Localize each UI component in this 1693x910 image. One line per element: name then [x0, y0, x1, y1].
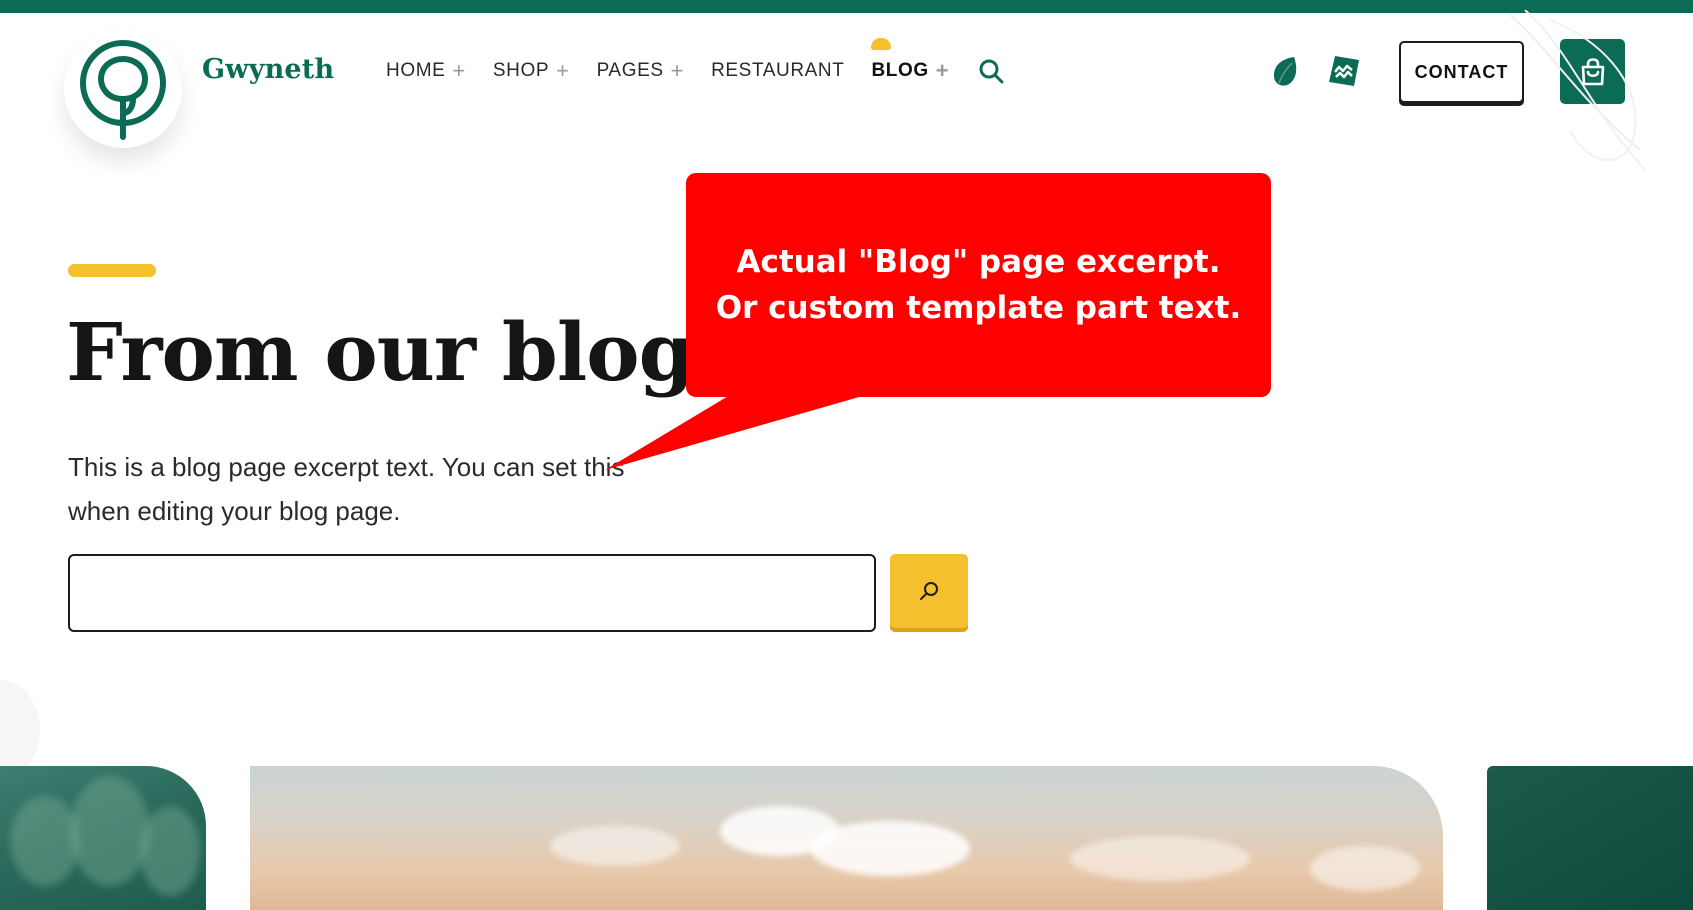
cloud-shape [810, 821, 970, 876]
plus-icon[interactable]: + [452, 60, 465, 82]
nav-item-label: PAGES [596, 60, 664, 81]
search-icon [920, 582, 938, 600]
tree-logo-icon [80, 40, 166, 140]
nav-item-label: SHOP [492, 60, 550, 81]
cloud-shape [550, 826, 680, 866]
post-card-image[interactable] [250, 766, 1443, 910]
search-input[interactable] [68, 554, 876, 632]
tree-shape [140, 806, 200, 896]
wave-badge-icon[interactable] [1326, 53, 1362, 89]
active-indicator [871, 38, 892, 50]
top-accent-bar [0, 0, 1693, 13]
nav-item-shop[interactable]: SHOP + [493, 60, 570, 82]
nav-item-label: HOME [386, 60, 446, 81]
plus-icon[interactable]: + [556, 60, 569, 82]
callout-line-1: Actual "Blog" page excerpt. [736, 244, 1221, 280]
brand-name[interactable]: Gwyneth [202, 54, 334, 85]
callout-line-2: Or custom template part text. [715, 290, 1242, 326]
nav-item-pages[interactable]: PAGES + [597, 60, 685, 82]
search-button[interactable] [890, 554, 968, 628]
decorative-lines [1509, 10, 1646, 171]
cloud-shape [1310, 846, 1420, 891]
plus-icon[interactable]: + [671, 60, 684, 82]
decorative-shape [0, 680, 40, 780]
tree-shape [70, 776, 150, 886]
plus-icon[interactable]: + [936, 60, 949, 82]
nav-item-label: RESTAURANT [711, 60, 845, 81]
annotation-callout: Actual "Blog" page excerpt. Or custom te… [686, 173, 1271, 397]
post-card-image[interactable] [1487, 766, 1693, 910]
leaf-icon[interactable] [1268, 53, 1304, 89]
title-accent-bar [68, 264, 156, 277]
nav-item-blog[interactable]: BLOG + [871, 38, 949, 82]
page-excerpt: This is a blog page excerpt text. You ca… [68, 452, 625, 526]
tree-shape [10, 796, 80, 886]
post-card-image[interactable] [0, 766, 206, 910]
main-nav: HOME + SHOP + PAGES + RESTAURANT BLOG + [386, 38, 1004, 84]
search-icon[interactable] [978, 58, 1004, 84]
cloud-shape [1070, 836, 1250, 881]
page-title: From our blog [66, 305, 695, 399]
nav-item-restaurant[interactable]: RESTAURANT [711, 60, 844, 82]
site-logo[interactable] [64, 30, 182, 148]
nav-item-home[interactable]: HOME + [386, 60, 466, 82]
nav-item-label: BLOG [871, 60, 929, 81]
